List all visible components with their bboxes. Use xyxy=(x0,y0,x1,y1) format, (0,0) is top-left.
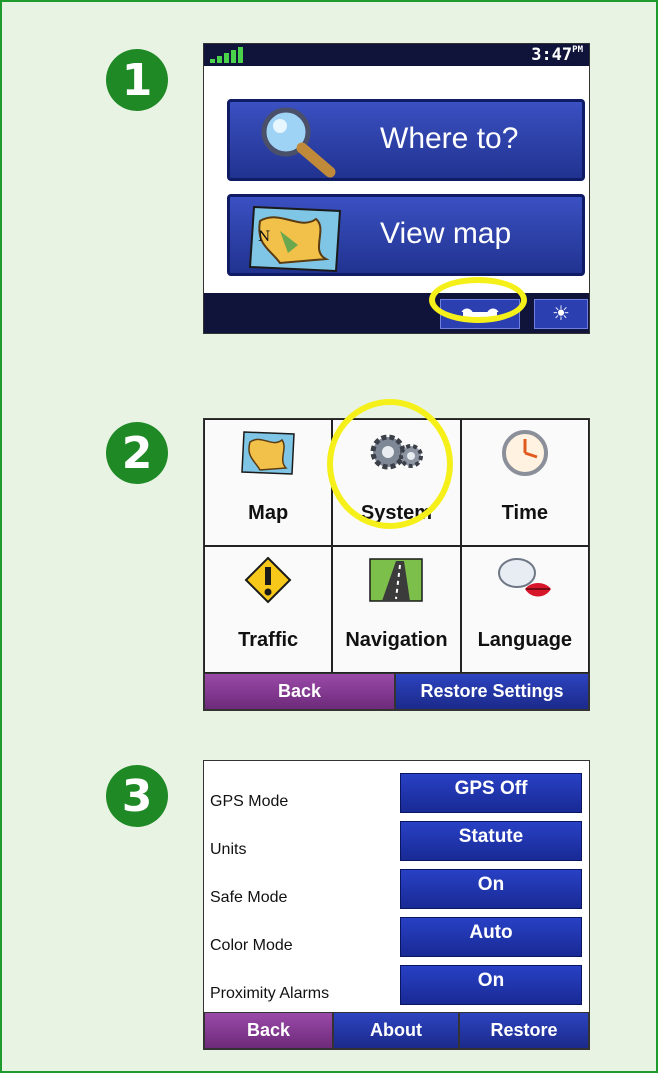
proximity-alarms-label: Proximity Alarms xyxy=(210,985,330,1002)
tile-navigation-label: Navigation xyxy=(345,629,448,651)
map-icon: N xyxy=(248,205,342,273)
proximity-alarms-button[interactable]: On xyxy=(400,965,582,1005)
units-label: Units xyxy=(210,841,247,858)
setting-row-units: Units Statute xyxy=(204,817,589,865)
where-to-label: Where to? xyxy=(380,122,519,155)
instruction-panel: 1 3:47PM Where to? N View map ☀ 2 Map Sy… xyxy=(0,0,658,1073)
time-value: 3:47 xyxy=(531,45,573,65)
setting-row-safe-mode: Safe Mode On xyxy=(204,865,589,913)
settings-bottom-bar: Back Restore Settings xyxy=(204,673,589,710)
system-settings-screen: GPS Mode GPS Off Units Statute Safe Mode… xyxy=(203,760,590,1050)
step-3-badge: 3 xyxy=(106,765,168,827)
main-menu-screen: 3:47PM Where to? N View map ☀ xyxy=(203,43,590,334)
road-icon xyxy=(369,558,424,602)
speech-lips-icon xyxy=(497,558,551,597)
step-2-badge: 2 xyxy=(106,422,168,484)
back-button[interactable]: Back xyxy=(204,1012,333,1049)
about-button[interactable]: About xyxy=(333,1012,459,1049)
restore-settings-button[interactable]: Restore Settings xyxy=(395,673,589,710)
clock-readout: 3:47PM xyxy=(531,45,583,65)
tile-time-label: Time xyxy=(501,502,548,524)
map-icon xyxy=(241,431,295,475)
safe-mode-label: Safe Mode xyxy=(210,889,288,906)
sun-icon: ☀ xyxy=(552,303,570,325)
magnifier-icon xyxy=(261,107,336,178)
setting-row-proximity-alarms: Proximity Alarms On xyxy=(204,961,589,1009)
restore-button[interactable]: Restore xyxy=(459,1012,589,1049)
tile-map-label: Map xyxy=(248,502,289,524)
tile-map[interactable]: Map xyxy=(204,419,333,546)
color-mode-button[interactable]: Auto xyxy=(400,917,582,957)
setting-row-gps-mode: GPS Mode GPS Off xyxy=(204,769,589,817)
color-mode-label: Color Mode xyxy=(210,937,293,954)
tile-language[interactable]: Language xyxy=(460,546,589,673)
tile-traffic-label: Traffic xyxy=(238,629,299,651)
gps-mode-label: GPS Mode xyxy=(210,793,289,810)
setting-row-color-mode: Color Mode Auto xyxy=(204,913,589,961)
svg-text:N: N xyxy=(258,229,270,245)
units-button[interactable]: Statute xyxy=(400,821,582,861)
safe-mode-button[interactable]: On xyxy=(400,869,582,909)
warning-icon xyxy=(244,556,292,604)
tile-time[interactable]: Time xyxy=(460,419,589,546)
clock-icon xyxy=(501,430,548,476)
tile-language-label: Language xyxy=(477,629,573,651)
bottom-toolbar: ☀ xyxy=(204,293,589,333)
step-1-badge: 1 xyxy=(106,49,168,111)
system-bottom-bar: Back About Restore xyxy=(204,1012,589,1049)
brightness-button[interactable]: ☀ xyxy=(534,299,588,329)
highlight-circle-tools xyxy=(429,277,527,323)
back-button[interactable]: Back xyxy=(204,673,395,710)
gps-mode-button[interactable]: GPS Off xyxy=(400,773,582,813)
highlight-circle-system xyxy=(327,399,453,529)
tile-traffic[interactable]: Traffic xyxy=(204,546,333,673)
view-map-label: View map xyxy=(380,217,512,250)
time-suffix: PM xyxy=(572,45,583,55)
where-to-button[interactable]: Where to? xyxy=(227,99,585,181)
tile-navigation[interactable]: Navigation xyxy=(332,546,461,673)
status-bar: 3:47PM xyxy=(204,44,589,66)
view-map-button[interactable]: N View map xyxy=(227,194,585,276)
signal-strength-icon xyxy=(210,47,243,63)
